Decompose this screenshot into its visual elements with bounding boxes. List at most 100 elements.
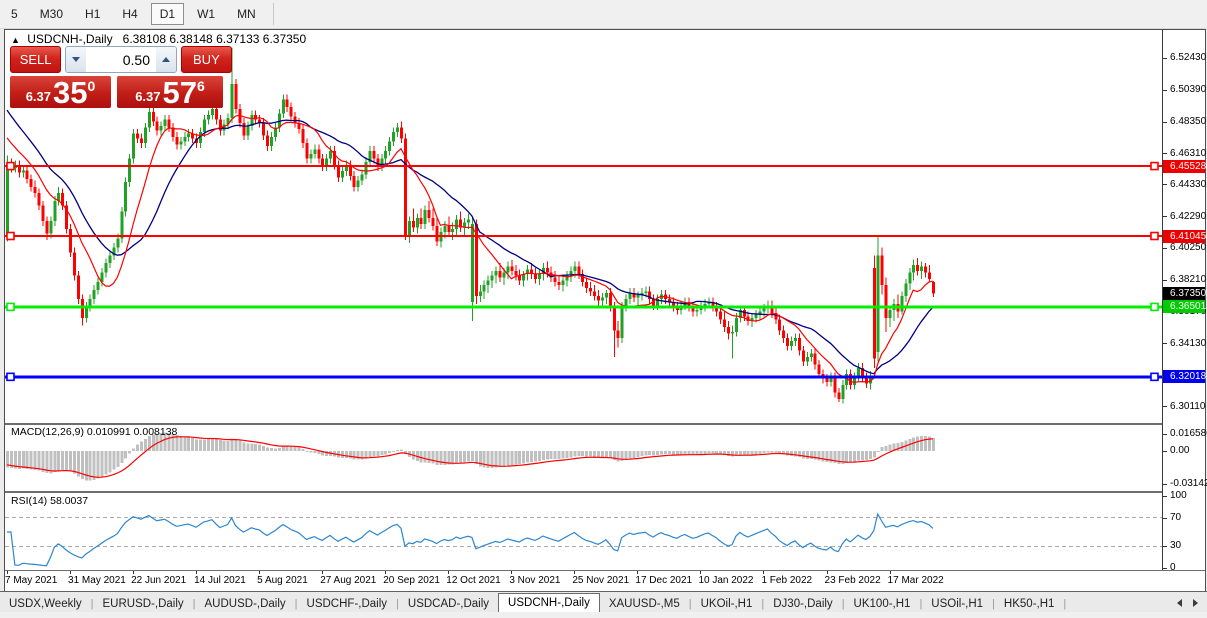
resistance-line-upper-handle[interactable] [1151,163,1158,170]
rsi-axis-label: 100 [1170,490,1187,501]
volume-input[interactable] [86,47,156,72]
timeframe-button-h1[interactable]: H1 [76,3,109,25]
macd-histogram-bar [81,451,84,479]
support-line-green-handle[interactable] [7,303,14,310]
support-line-blue-handle[interactable] [1151,373,1158,380]
timeframe-button-h4[interactable]: H4 [113,3,146,25]
date-label: 22 Jun 2021 [131,575,186,586]
axis-tick-label: 6.34130 [1170,338,1206,349]
tab-scroll-left-button[interactable] [1171,595,1187,611]
macd-histogram-bar [881,447,884,451]
macd-histogram-bar [743,451,746,455]
price-axis[interactable]: 6.524306.503906.483506.463106.443306.422… [1163,30,1205,570]
candle [116,238,119,247]
date-tick [890,571,891,574]
symbol-collapse-icon[interactable]: ▲ [11,35,20,45]
pane-splitter[interactable] [5,423,1205,425]
resistance-line-lower-handle[interactable] [1151,233,1158,240]
candle [136,134,139,139]
candle [372,151,375,159]
date-tick [763,571,764,574]
chart-tab-ukoil-h1[interactable]: UKOil-,H1 [692,595,762,613]
chart-tab-usoil-h1[interactable]: USOil-,H1 [922,595,992,613]
candle [609,293,612,307]
macd-histogram-bar [223,441,226,451]
sell-price-panel[interactable]: 6.37 35 0 [10,76,111,108]
support-line-blue-handle[interactable] [7,373,14,380]
chart-tab-usdcnh-daily[interactable]: USDCNH-,Daily [498,593,600,613]
timeframe-button-m30[interactable]: M30 [31,3,72,25]
candle [365,162,368,174]
price-badge-6.36501: 6.36501 [1163,300,1205,313]
macd-histogram-bar [38,451,41,471]
macd-histogram-bar [688,451,691,454]
candle [920,266,923,271]
macd-histogram-bar [581,451,584,456]
axis-tick [1163,184,1167,185]
candle [585,282,588,288]
macd-histogram-bar [250,444,253,452]
sell-button[interactable]: SELL [10,46,61,73]
pane-splitter[interactable] [5,570,1205,571]
chart-tab-usdchf-daily[interactable]: USDCHF-,Daily [298,595,397,613]
macd-histogram-bar [211,439,214,451]
chart-tab-xauusd-m5[interactable]: XAUUSD-,M5 [600,595,689,613]
candle [491,276,494,281]
macd-histogram-bar [424,451,427,463]
macd-histogram-bar [510,451,513,465]
chart-tab-uk100-h1[interactable]: UK100-,H1 [845,595,920,613]
date-tick [448,571,449,574]
candle [790,341,793,346]
chart-tab-audusd-daily[interactable]: AUDUSD-,Daily [196,595,295,613]
resistance-line-upper-handle[interactable] [7,163,14,170]
timeframe-button-5[interactable]: 5 [2,3,27,25]
macd-histogram-bar [73,451,76,474]
macd-histogram-bar [703,451,706,454]
candle [246,126,249,135]
macd-histogram-bar [368,451,371,457]
volume-increase-button[interactable] [156,47,176,72]
chart-tab-usdx-weekly[interactable]: USDX,Weekly [0,595,91,613]
chart-tab-dj30-daily[interactable]: DJ30-,Daily [764,595,841,613]
ma-fast-line [7,115,933,382]
candle [420,218,423,224]
price-badge-6.32018: 6.32018 [1163,370,1205,383]
macd-histogram-bar [593,451,596,457]
timeframe-button-mn[interactable]: MN [228,3,265,25]
candle [810,354,813,357]
candle [900,296,903,312]
macd-histogram-bar [857,451,860,461]
support-line-green-handle[interactable] [1151,303,1158,310]
candle [837,393,840,399]
candle [589,288,592,291]
date-label: 17 Mar 2022 [888,575,944,586]
macd-histogram-bar [309,451,312,452]
candle [613,307,616,330]
timeframe-button-w1[interactable]: W1 [188,3,224,25]
volume-decrease-button[interactable] [66,47,86,72]
pane-splitter[interactable] [5,491,1205,493]
macd-histogram-bar [392,451,395,452]
chart-tab-eurusd-daily[interactable]: EURUSD-,Daily [94,595,193,613]
chart-tab-hk50-h1[interactable]: HK50-,H1 [995,595,1064,613]
tab-scroll-right-button[interactable] [1187,595,1203,611]
candle [534,274,537,279]
candle [404,138,407,235]
time-axis[interactable]: 7 May 202131 May 202122 Jun 202114 Jul 2… [5,571,1205,590]
macd-histogram-bar [538,451,541,461]
resistance-line-lower-handle[interactable] [7,233,14,240]
candle [203,120,206,132]
chart-tab-usdcad-daily[interactable]: USDCAD-,Daily [399,595,498,613]
candle [432,218,435,226]
macd-histogram-bar [463,451,466,462]
macd-histogram-bar [30,451,33,469]
timeframe-button-d1[interactable]: D1 [151,3,184,25]
macd-histogram-bar [920,436,923,451]
buy-price-panel[interactable]: 6.37 57 6 [117,76,223,108]
candle [605,293,608,298]
macd-histogram-bar [136,444,139,451]
candle [160,126,163,131]
candle [140,138,143,143]
buy-button[interactable]: BUY [181,46,232,73]
macd-histogram-bar [680,451,683,455]
